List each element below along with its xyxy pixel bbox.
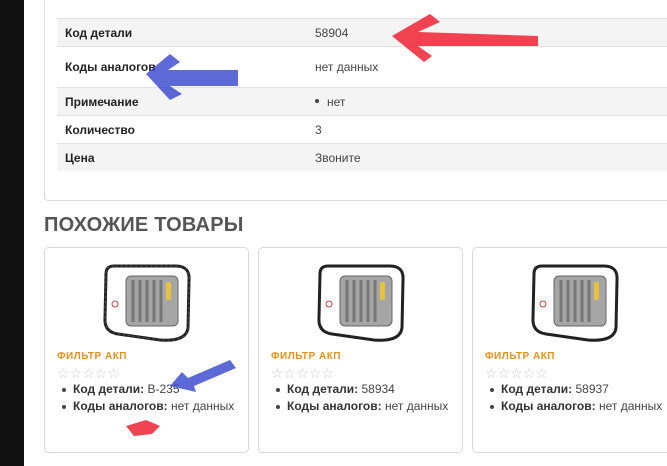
product-details-box: Код детали 58904 Коды аналогов нет данны…: [44, 0, 667, 201]
spec-label: Количество: [57, 115, 307, 144]
bullet-icon: [315, 99, 319, 104]
analogs-item: Коды аналогов: нет данных: [57, 398, 242, 415]
dark-side-panel: [0, 0, 24, 466]
attr-label: Код детали:: [287, 382, 359, 396]
attr-label: Код детали:: [73, 382, 145, 396]
part-number-item: Код детали: 58937: [485, 381, 667, 398]
spec-row-part-number: Код детали 58904: [57, 18, 667, 47]
spec-value: Звоните: [307, 143, 667, 171]
spec-value: 58904: [307, 18, 667, 47]
spec-label: Код детали: [57, 18, 307, 47]
attr-value: В-235: [147, 382, 180, 396]
attr-value: нет данных: [384, 399, 449, 413]
product-card[interactable]: ФИЛЬТР АКП ☆☆☆☆☆ Код детали: В-235 Коды …: [44, 247, 249, 453]
attr-value: нет данных: [170, 399, 235, 413]
attr-label: Коды аналогов:: [287, 399, 382, 413]
attr-label: Коды аналогов:: [501, 399, 596, 413]
analogs-item: Коды аналогов: нет данных: [271, 398, 456, 415]
product-card[interactable]: ФИЛЬТР АКП ☆☆☆☆☆ Код детали: 58937 Коды …: [472, 247, 667, 453]
attr-value: 58937: [575, 382, 609, 396]
transmission-filter-image[interactable]: [528, 260, 622, 344]
rating-stars[interactable]: ☆☆☆☆☆: [57, 365, 120, 382]
similar-products-heading: ПОХОЖИЕ ТОВАРЫ: [44, 214, 244, 236]
spec-label: Цена: [57, 143, 307, 171]
rating-stars[interactable]: ☆☆☆☆☆: [271, 365, 334, 382]
product-attributes: Код детали: В-235 Коды аналогов: нет дан…: [57, 381, 242, 415]
product-name-link[interactable]: ФИЛЬТР АКП: [485, 351, 555, 362]
rating-stars[interactable]: ☆☆☆☆☆: [485, 365, 548, 382]
part-number-item: Код детали: В-235: [57, 381, 242, 398]
product-attributes: Код детали: 58937 Коды аналогов: нет дан…: [485, 381, 667, 415]
spec-value: нет данных: [307, 46, 667, 88]
spec-row-analogs: Коды аналогов нет данных: [57, 46, 667, 88]
product-name-link[interactable]: ФИЛЬТР АКП: [57, 351, 127, 362]
product-specs-table: Код детали 58904 Коды аналогов нет данны…: [57, 18, 667, 171]
transmission-filter-image[interactable]: [100, 260, 194, 344]
spec-row-price: Цена Звоните: [57, 143, 667, 171]
product-name-link[interactable]: ФИЛЬТР АКП: [271, 351, 341, 362]
product-attributes: Код детали: 58934 Коды аналогов: нет дан…: [271, 381, 456, 415]
spec-label: Коды аналогов: [57, 46, 307, 88]
spec-value: 3: [307, 115, 667, 144]
product-card[interactable]: ФИЛЬТР АКП ☆☆☆☆☆ Код детали: 58934 Коды …: [258, 247, 463, 453]
part-number-item: Код детали: 58934: [271, 381, 456, 398]
attr-value: 58934: [361, 382, 395, 396]
spec-row-note: Примечание нет: [57, 87, 667, 116]
transmission-filter-image[interactable]: [314, 260, 408, 344]
spec-value: нет: [327, 94, 346, 109]
attr-label: Код детали:: [501, 382, 573, 396]
spec-row-quantity: Количество 3: [57, 115, 667, 144]
analogs-item: Коды аналогов: нет данных: [485, 398, 667, 415]
attr-value: нет данных: [598, 399, 663, 413]
attr-label: Коды аналогов:: [73, 399, 168, 413]
spec-label: Примечание: [57, 87, 307, 116]
spec-value-cell: нет: [307, 87, 667, 116]
